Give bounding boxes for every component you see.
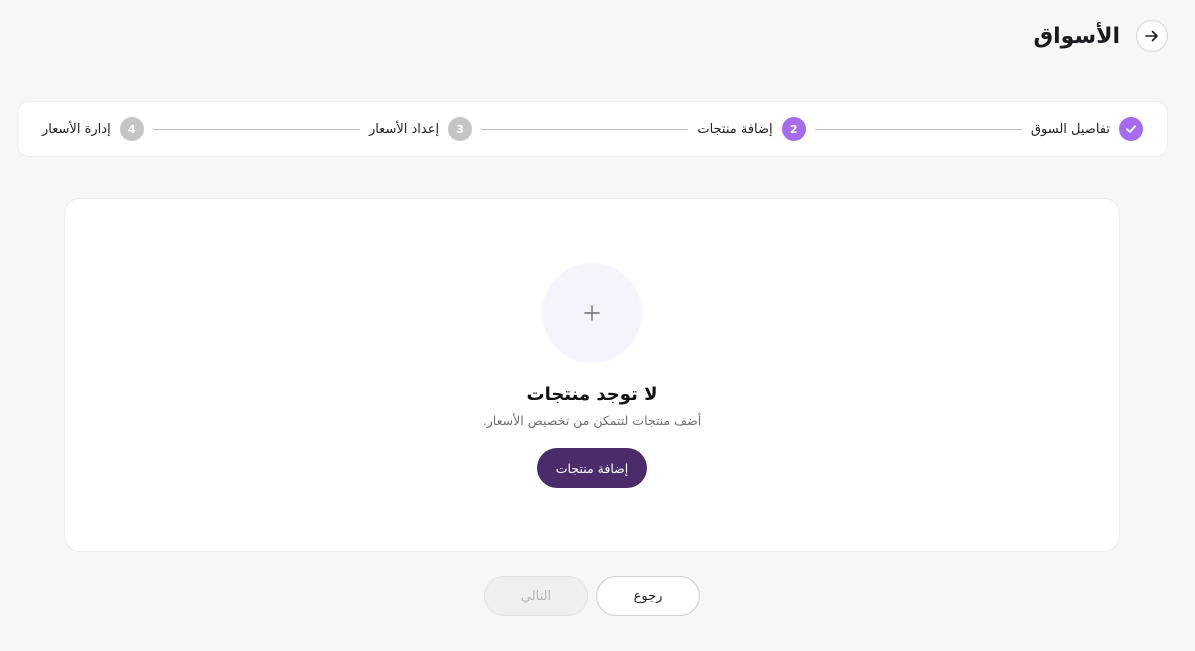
step-1-indicator bbox=[1119, 117, 1143, 141]
products-empty-state-card: لا توجد منتجات أضف منتجات لتتمكن من تخصي… bbox=[64, 198, 1120, 552]
step-4-label: إدارة الأسعار bbox=[42, 121, 111, 137]
plus-icon bbox=[584, 305, 600, 321]
page-header: الأسواق bbox=[1033, 20, 1168, 52]
empty-state-subtitle: أضف منتجات لتتمكن من تخصيص الأسعار. bbox=[482, 413, 702, 428]
markets-page: الأسواق تفاصيل السوق 2 إضافة منتجات 3 إع… bbox=[0, 0, 1195, 651]
step-3-label: إعداد الأسعار bbox=[368, 121, 440, 137]
step-price-setup[interactable]: 3 إعداد الأسعار bbox=[368, 117, 473, 141]
progress-stepper: تفاصيل السوق 2 إضافة منتجات 3 إعداد الأس… bbox=[17, 101, 1168, 157]
back-button[interactable]: رجوع bbox=[596, 576, 700, 616]
step-connector bbox=[814, 128, 1022, 130]
back-arrow-button[interactable] bbox=[1136, 20, 1168, 52]
step-4-indicator: 4 bbox=[119, 117, 144, 141]
arrow-right-icon bbox=[1145, 30, 1158, 42]
step-connector bbox=[152, 128, 360, 130]
step-2-indicator: 2 bbox=[781, 117, 806, 141]
step-2-label: إضافة منتجات bbox=[697, 121, 773, 137]
check-icon bbox=[1126, 125, 1136, 133]
empty-state-title: لا توجد منتجات bbox=[526, 384, 658, 405]
step-1-label: تفاصيل السوق bbox=[1030, 121, 1110, 137]
add-products-button[interactable]: إضافة منتجات bbox=[537, 448, 647, 488]
page-title: الأسواق bbox=[1033, 23, 1120, 49]
step-price-management[interactable]: 4 إدارة الأسعار bbox=[42, 117, 144, 141]
step-market-details[interactable]: تفاصيل السوق bbox=[1031, 117, 1143, 141]
next-button[interactable]: التالي bbox=[484, 576, 588, 616]
step-add-products[interactable]: 2 إضافة منتجات bbox=[697, 117, 806, 141]
step-3-indicator: 3 bbox=[448, 117, 473, 141]
step-connector bbox=[481, 128, 689, 130]
add-product-placeholder[interactable] bbox=[542, 263, 642, 363]
